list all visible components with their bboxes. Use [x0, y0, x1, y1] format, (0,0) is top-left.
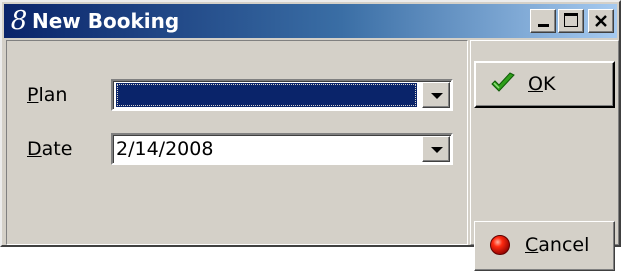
chevron-down-icon — [431, 147, 443, 153]
cancel-label-text: ancel — [538, 234, 590, 256]
minimize-button[interactable] — [530, 9, 556, 33]
plan-label: Plan — [27, 83, 67, 107]
title-bar[interactable]: 8 New Booking — [4, 4, 617, 38]
new-booking-dialog: 8 New Booking Plan Date 2/14/2008 OK Can… — [0, 0, 621, 271]
window-title: New Booking — [32, 9, 180, 33]
form-panel: Plan Date 2/14/2008 — [6, 40, 468, 245]
red-circle-icon — [490, 235, 510, 255]
ok-button-label: OK — [528, 72, 555, 96]
date-value: 2/14/2008 — [116, 138, 214, 160]
plan-label-access-key: P — [27, 84, 39, 106]
ok-access-key: O — [528, 73, 543, 95]
maximize-icon — [564, 13, 578, 27]
close-icon — [595, 15, 607, 27]
date-label-access-key: D — [27, 138, 42, 160]
close-button[interactable] — [588, 9, 614, 33]
chevron-down-icon — [431, 93, 443, 99]
button-panel: OK Cancel — [470, 40, 619, 271]
date-dropdown-button[interactable] — [422, 136, 450, 162]
app-logo-icon: 8 — [10, 6, 28, 36]
cancel-button[interactable]: Cancel — [474, 221, 615, 271]
minimize-icon — [538, 24, 549, 27]
date-label: Date — [27, 137, 72, 161]
plan-value — [116, 83, 417, 107]
plan-dropdown-button[interactable] — [422, 82, 450, 108]
plan-label-text: lan — [38, 84, 68, 106]
plan-combobox[interactable] — [111, 79, 453, 111]
checkmark-icon — [491, 72, 515, 92]
maximize-button[interactable] — [558, 9, 584, 33]
cancel-button-label: Cancel — [525, 233, 589, 257]
date-combobox[interactable]: 2/14/2008 — [111, 133, 453, 165]
date-label-text: ate — [41, 138, 73, 160]
cancel-access-key: C — [525, 234, 539, 256]
ok-button[interactable]: OK — [474, 61, 615, 108]
ok-label-text: K — [542, 73, 556, 95]
